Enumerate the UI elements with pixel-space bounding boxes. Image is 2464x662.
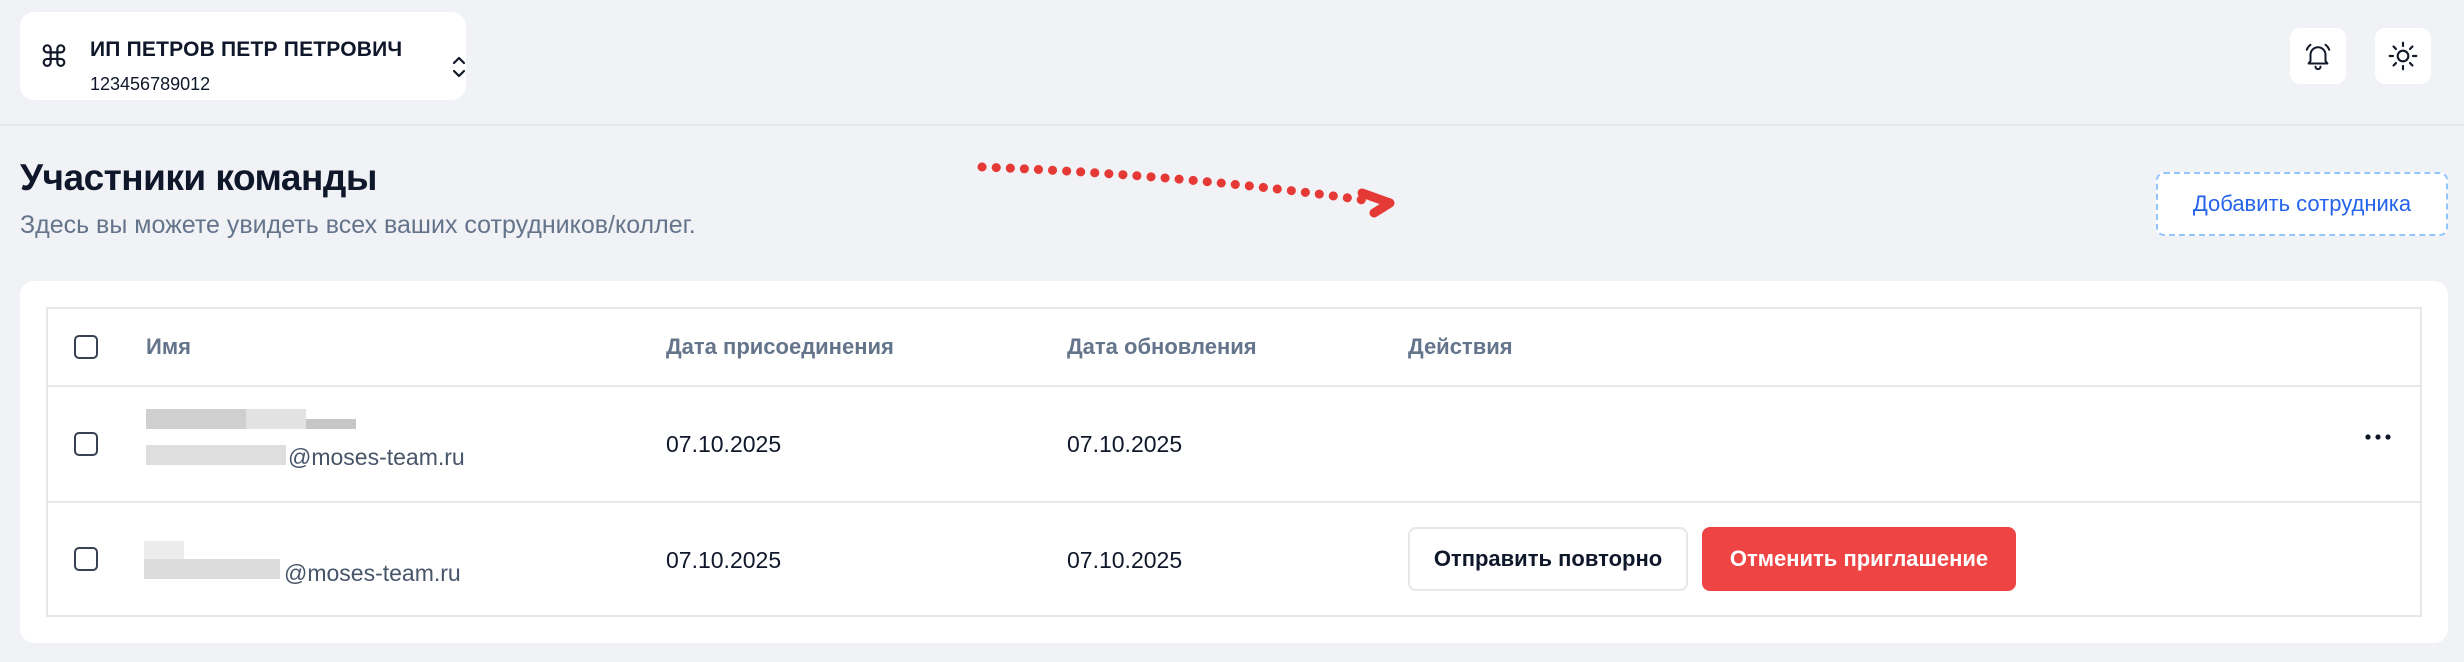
chevron-up-down-icon [452,56,466,78]
table-row: @moses-team.ru 07.10.2025 07.10.2025 [48,387,2420,503]
organization-name: ИП ПЕТРОВ ПЕТР ПЕТРОВИЧ [90,38,403,61]
top-bar: ⌘ ИП ПЕТРОВ ПЕТР ПЕТРОВИЧ 123456789012 [0,0,2464,126]
table-header-row: Имя Дата присоединения Дата обновления Д… [48,309,2420,387]
theme-toggle-button[interactable] [2375,28,2431,84]
row-checkbox[interactable] [74,547,98,571]
table-row: @moses-team.ru 07.10.2025 07.10.2025 Отп… [48,503,2420,617]
organization-switcher[interactable]: ⌘ ИП ПЕТРОВ ПЕТР ПЕТРОВИЧ 123456789012 [20,12,466,100]
page-subtitle: Здесь вы можете увидеть всех ваших сотру… [20,211,696,239]
email-domain: @moses-team.ru [288,444,465,470]
cancel-invite-button[interactable]: Отменить приглашение [1702,527,2016,591]
updated-date: 07.10.2025 [1067,431,1183,457]
team-members-table: Имя Дата присоединения Дата обновления Д… [46,307,2422,617]
resend-invite-button[interactable]: Отправить повторно [1408,527,1688,591]
sun-icon [2388,41,2418,71]
column-header-actions: Действия [1408,334,1513,359]
updated-date: 07.10.2025 [1067,547,1183,573]
email-domain: @moses-team.ru [284,560,461,586]
column-header-joined: Дата присоединения [666,334,894,359]
add-employee-button[interactable]: Добавить сотрудника [2156,172,2448,236]
bell-icon [2305,43,2331,71]
page-title: Участники команды [20,157,377,198]
column-header-updated: Дата обновления [1067,334,1257,359]
command-icon: ⌘ [39,40,69,75]
redacted-email-local [146,445,286,465]
notifications-button[interactable] [2290,28,2346,84]
ellipsis-icon [2365,434,2391,440]
joined-date: 07.10.2025 [666,547,782,573]
joined-date: 07.10.2025 [666,431,782,457]
column-header-name: Имя [146,334,191,359]
organization-inn: 123456789012 [90,74,211,94]
team-members-card: Имя Дата присоединения Дата обновления Д… [20,281,2448,643]
select-all-checkbox[interactable] [74,335,98,359]
row-checkbox[interactable] [74,432,98,456]
annotation-arrow [977,162,1395,218]
more-actions-button[interactable] [2358,423,2398,453]
